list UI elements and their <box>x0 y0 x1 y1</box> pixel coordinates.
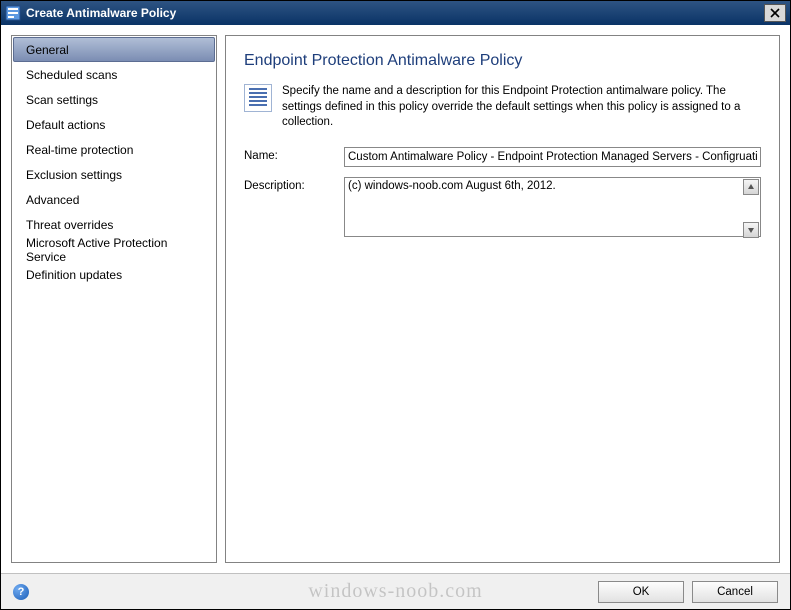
nav-item-definition-updates[interactable]: Definition updates <box>13 262 215 287</box>
nav-label: Threat overrides <box>26 218 113 232</box>
cancel-button[interactable]: Cancel <box>692 581 778 603</box>
question-icon: ? <box>18 586 25 598</box>
name-label: Name: <box>244 147 344 162</box>
nav-label: Definition updates <box>26 268 122 282</box>
nav-item-scan-settings[interactable]: Scan settings <box>13 87 215 112</box>
chevron-down-icon <box>747 226 755 234</box>
scroll-up-button[interactable] <box>743 179 759 195</box>
nav-label: Real-time protection <box>26 143 133 157</box>
description-row: Specify the name and a description for t… <box>244 84 761 131</box>
nav-label: Microsoft Active Protection Service <box>26 236 202 264</box>
nav-item-scheduled-scans[interactable]: Scheduled scans <box>13 62 215 87</box>
nav-label: General <box>26 43 69 57</box>
panel-description: Specify the name and a description for t… <box>282 84 761 131</box>
close-icon <box>770 8 780 18</box>
nav-item-realtime-protection[interactable]: Real-time protection <box>13 137 215 162</box>
nav-item-advanced[interactable]: Advanced <box>13 187 215 212</box>
nav-item-default-actions[interactable]: Default actions <box>13 112 215 137</box>
chevron-up-icon <box>747 183 755 191</box>
close-button[interactable] <box>764 4 786 22</box>
help-button[interactable]: ? <box>13 584 29 600</box>
nav-item-exclusion-settings[interactable]: Exclusion settings <box>13 162 215 187</box>
titlebar: Create Antimalware Policy <box>1 1 790 25</box>
name-input[interactable] <box>344 147 761 167</box>
document-icon <box>244 84 272 112</box>
nav-item-general[interactable]: General <box>13 37 215 62</box>
sidebar-nav: General Scheduled scans Scan settings De… <box>11 35 217 563</box>
description-form-row: Description: <box>244 177 761 242</box>
nav-label: Scan settings <box>26 93 98 107</box>
content-area: General Scheduled scans Scan settings De… <box>1 25 790 573</box>
description-input[interactable] <box>344 177 761 237</box>
nav-label: Scheduled scans <box>26 68 117 82</box>
description-label: Description: <box>244 177 344 192</box>
nav-item-maps[interactable]: Microsoft Active Protection Service <box>13 237 215 262</box>
scroll-down-button[interactable] <box>743 222 759 238</box>
app-icon <box>5 5 21 21</box>
nav-label: Advanced <box>26 193 79 207</box>
main-panel: Endpoint Protection Antimalware Policy S… <box>225 35 780 563</box>
nav-item-threat-overrides[interactable]: Threat overrides <box>13 212 215 237</box>
window-title: Create Antimalware Policy <box>26 6 764 20</box>
panel-heading: Endpoint Protection Antimalware Policy <box>244 52 761 70</box>
ok-button[interactable]: OK <box>598 581 684 603</box>
nav-label: Exclusion settings <box>26 168 122 182</box>
nav-label: Default actions <box>26 118 105 132</box>
name-row: Name: <box>244 147 761 167</box>
footer: ? OK Cancel <box>1 573 790 609</box>
